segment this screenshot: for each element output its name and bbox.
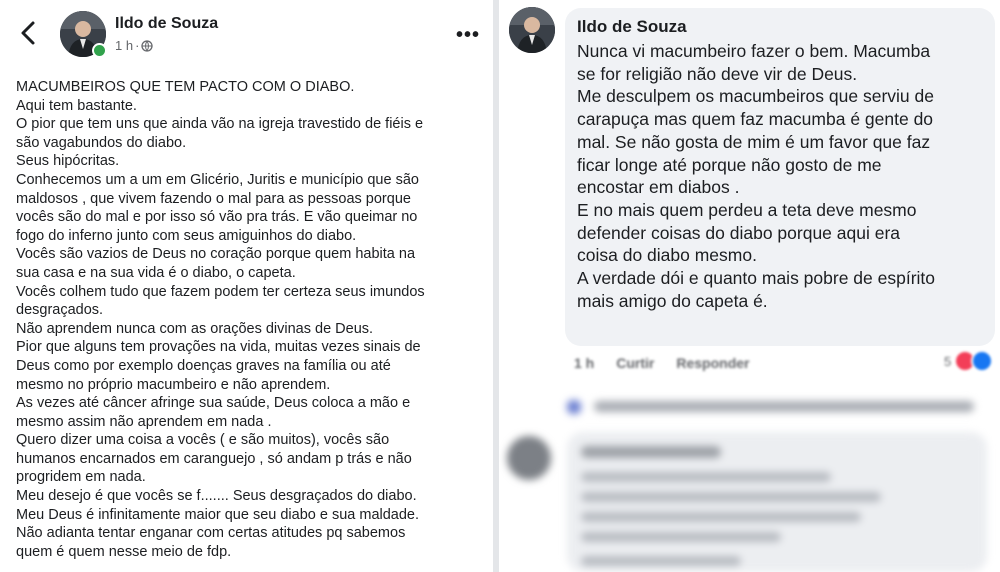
more-options-icon[interactable]: ••• [456, 24, 480, 47]
post-line: Deus como por exemplo doenças graves na … [16, 357, 391, 374]
blurred-reply-icon [567, 400, 581, 414]
post-line: são vagabundos do diabo. [16, 134, 187, 151]
comment-actions: 1 h Curtir Responder [574, 355, 749, 371]
comment-bubble: Ildo de Souza Nunca vi macumbeiro fazer … [565, 8, 995, 346]
post-line: MACUMBEIROS QUE TEM PACTO COM O DIABO. [16, 79, 355, 95]
post-line: Seus hipócritas. [16, 153, 120, 170]
comment-line: mais amigo do capeta é. [577, 290, 768, 311]
post-line: Aqui tem bastante. [16, 97, 137, 114]
post-meta: 1 h · [115, 38, 154, 53]
post-line: humanos encarnados em caranguejo , só an… [16, 450, 412, 467]
comment-line: mal. Se não gosta de mim é um favor que … [577, 131, 931, 152]
post-line: Vocês são vazios de Deus no coração porq… [16, 246, 416, 263]
post-line: progridem em nada. [16, 469, 146, 486]
post-line: Meu Deus é infinitamente maior que seu d… [16, 506, 420, 523]
blurred-avatar [507, 436, 551, 480]
post-line: maldosos , que vivem fazendo o mal para … [16, 190, 411, 207]
post-line: vocês são do mal e por isso só vão pra t… [16, 209, 418, 226]
post-line: mesmo no próprio macumbeiro e não aprend… [16, 376, 331, 393]
comment-line: encostar em diabos . [577, 177, 740, 198]
comment-line: E no mais quem perdeu a teta deve mesmo [577, 199, 917, 220]
blurred-line [581, 532, 781, 542]
post-line: Meu desejo é que vocês se f....... Seus … [16, 488, 417, 505]
like-button[interactable]: Curtir [616, 355, 654, 371]
back-arrow-icon[interactable] [18, 20, 40, 46]
post-line: Conhecemos um a um em Glicério, Juritis … [16, 171, 419, 188]
post-time[interactable]: 1 h [115, 38, 133, 53]
globe-icon [141, 39, 154, 52]
comment-time[interactable]: 1 h [574, 355, 594, 371]
post-line: Não aprendem nunca com as orações divina… [16, 320, 374, 337]
comment-line: ficar longe até porque não gosto de me [577, 154, 882, 175]
comment-line: Nunca vi macumbeiro fazer o bem. Macumba [577, 41, 931, 61]
comment-text: Nunca vi macumbeiro fazer o bem. Macumba… [577, 40, 935, 312]
comment-line: Me desculpem os macumbeiros que serviu d… [577, 86, 934, 107]
post-author-name[interactable]: Ildo de Souza [115, 15, 218, 33]
comment-line: carapuça mas quem faz macumba é gente do [577, 109, 934, 130]
post-line: quem é quem nesse meio de fdp. [16, 543, 232, 560]
post-line: Não adianta tentar enganar com certas at… [16, 525, 406, 542]
comment-line: defender coisas do diabo porque aqui era [577, 222, 901, 243]
blurred-line [581, 446, 721, 458]
online-status-dot [92, 43, 107, 58]
reaction-summary[interactable]: 5 [944, 350, 994, 372]
comment-line: se for religião não deve vir de Deus. [577, 63, 858, 84]
comment-author-name[interactable]: Ildo de Souza [577, 17, 687, 37]
comment-line: A verdade dói e quanto mais pobre de esp… [577, 268, 936, 289]
post-line: mesmo assim não aprendem em nada . [16, 413, 272, 430]
blurred-line [581, 512, 861, 522]
post-line: Pior que alguns tem provações na vida, m… [16, 339, 421, 356]
post-text: MACUMBEIROS QUE TEM PACTO COM O DIABO. A… [16, 78, 486, 561]
reaction-count: 5 [944, 353, 952, 369]
comment-panel: Ildo de Souza Nunca vi macumbeiro fazer … [499, 0, 1000, 572]
post-panel: Ildo de Souza 1 h · ••• MACUMBEIROS QUE … [0, 0, 493, 572]
like-reaction-icon [971, 350, 994, 372]
post-line: fogo do inferno junto com seus amiguinho… [16, 227, 357, 244]
post-line: sua casa e na sua vida é o diabo, o cape… [16, 264, 296, 281]
meta-separator: · [135, 38, 140, 53]
blurred-reply-line [594, 401, 974, 412]
post-line: desgraçados. [16, 302, 104, 319]
post-line: As vezes até câncer afringe sua saúde, D… [16, 395, 411, 412]
comment-line: coisa do diabo mesmo. [577, 245, 757, 266]
post-line: O pior que tem uns que ainda vão na igre… [16, 116, 424, 133]
blurred-line [581, 492, 881, 502]
comment-avatar[interactable] [509, 7, 555, 53]
blurred-line [581, 556, 741, 566]
blurred-replies [499, 388, 1000, 572]
blurred-line [581, 472, 831, 482]
post-line: Quero dizer uma coisa a vocês ( e são mu… [16, 432, 390, 449]
reply-button[interactable]: Responder [676, 355, 749, 371]
post-line: Vocês colhem tudo que fazem podem ter ce… [16, 283, 425, 300]
